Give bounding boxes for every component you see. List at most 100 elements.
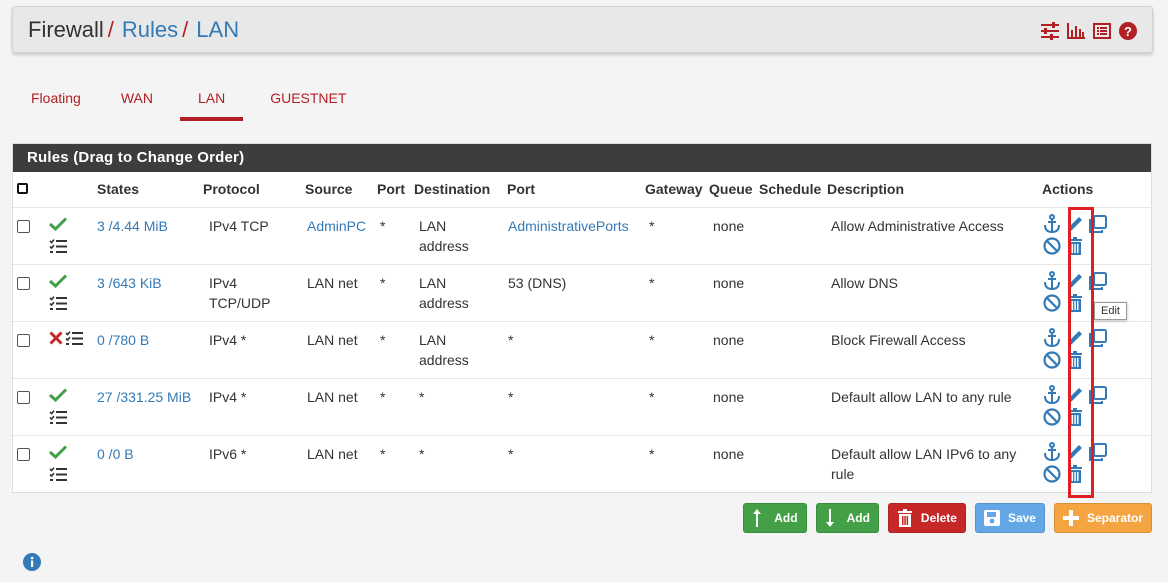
destination-port-value: * bbox=[508, 331, 514, 348]
sliders-icon[interactable] bbox=[1040, 21, 1060, 41]
column-header: Source bbox=[305, 181, 353, 198]
anchor-icon[interactable] bbox=[1042, 441, 1062, 462]
column-header: Port bbox=[377, 181, 405, 198]
destination-port-value: 53 (DNS) bbox=[508, 274, 567, 291]
copy-icon[interactable] bbox=[1088, 442, 1108, 462]
source-value: LAN net bbox=[307, 331, 358, 348]
anchor-icon[interactable] bbox=[1042, 384, 1062, 405]
rules-panel: Rules (Drag to Change Order) States Prot… bbox=[12, 143, 1153, 493]
copy-icon[interactable] bbox=[1088, 214, 1108, 234]
gateway-value: * bbox=[649, 388, 655, 405]
delete-label: Delete bbox=[920, 511, 957, 525]
disable-ban-icon[interactable] bbox=[1042, 293, 1062, 313]
disable-ban-icon[interactable] bbox=[1042, 350, 1062, 370]
edit-pencil-icon[interactable] bbox=[1065, 328, 1085, 348]
delete-button[interactable]: Delete bbox=[887, 503, 966, 533]
protocol-value: IPv4 TCP/UDP bbox=[209, 274, 271, 311]
row-select-checkbox[interactable] bbox=[17, 333, 30, 347]
row-actions bbox=[1042, 327, 1122, 370]
destination-port-link[interactable]: AdministrativePorts bbox=[508, 218, 629, 234]
tab-floating[interactable]: Floating bbox=[18, 80, 94, 121]
row-select-checkbox[interactable] bbox=[17, 390, 30, 404]
add-bottom-label: Add bbox=[846, 511, 870, 525]
delete-trash-icon[interactable] bbox=[1065, 293, 1085, 313]
destination-value: * bbox=[419, 445, 425, 462]
table-row[interactable]: 3 /643 KiB IPv4 TCP/UDP LAN net * LAN ad… bbox=[13, 263, 1153, 321]
header-icon-bar: ? bbox=[1040, 21, 1138, 41]
floppy-disk-icon bbox=[983, 510, 1000, 526]
list-icon[interactable] bbox=[1092, 21, 1112, 41]
row-actions bbox=[1042, 441, 1122, 484]
anchor-icon[interactable] bbox=[1042, 213, 1062, 234]
select-all-checkbox[interactable] bbox=[17, 183, 28, 195]
info-icon[interactable] bbox=[23, 553, 41, 576]
anchor-icon[interactable] bbox=[1042, 327, 1062, 348]
row-select-checkbox[interactable] bbox=[17, 219, 30, 233]
pass-check-icon bbox=[48, 444, 89, 464]
rule-button-bar: Add Add Delete Save Separator bbox=[743, 503, 1152, 533]
add-separator-button[interactable]: Separator bbox=[1053, 503, 1152, 533]
protocol-value: IPv4 TCP bbox=[209, 217, 269, 234]
protocol-value: IPv4 * bbox=[209, 331, 247, 348]
states-link[interactable]: 27 /331.25 MiB bbox=[97, 389, 191, 405]
column-header: Gateway bbox=[645, 181, 703, 198]
edit-pencil-icon[interactable] bbox=[1065, 385, 1085, 405]
bar-chart-icon[interactable] bbox=[1066, 21, 1086, 41]
tab-wan[interactable]: WAN bbox=[108, 80, 166, 121]
copy-icon[interactable] bbox=[1088, 328, 1108, 348]
column-header: States bbox=[97, 181, 140, 198]
states-link[interactable]: 3 /4.44 MiB bbox=[97, 218, 168, 234]
tab-guestnet[interactable]: GUESTNET bbox=[257, 80, 359, 121]
protocol-value: IPv4 * bbox=[209, 388, 247, 405]
states-link[interactable]: 0 /0 B bbox=[97, 446, 134, 462]
pass-check-icon bbox=[48, 273, 89, 293]
queue-value: none bbox=[713, 217, 745, 234]
edit-pencil-icon[interactable] bbox=[1065, 271, 1085, 291]
table-row[interactable]: 3 /4.44 MiB IPv4 TCP AdminPC * LAN addre… bbox=[13, 206, 1153, 264]
table-row[interactable]: 27 /331.25 MiB IPv4 * LAN net * * * * no… bbox=[13, 377, 1153, 435]
advanced-tasks-icon bbox=[49, 295, 89, 316]
delete-trash-icon[interactable] bbox=[1065, 407, 1085, 427]
interface-tabs: Floating WAN LAN GUESTNET bbox=[18, 80, 373, 121]
add-rule-bottom-button[interactable]: Add bbox=[815, 503, 879, 533]
help-icon[interactable]: ? bbox=[1118, 21, 1138, 41]
disable-ban-icon[interactable] bbox=[1042, 236, 1062, 256]
delete-trash-icon[interactable] bbox=[1065, 464, 1085, 484]
queue-value: none bbox=[713, 331, 745, 348]
disable-ban-icon[interactable] bbox=[1042, 464, 1062, 484]
disable-ban-icon[interactable] bbox=[1042, 407, 1062, 427]
row-select-checkbox[interactable] bbox=[17, 447, 30, 461]
row-select-checkbox[interactable] bbox=[17, 276, 30, 290]
add-rule-top-button[interactable]: Add bbox=[743, 503, 807, 533]
breadcrumb-rules-link[interactable]: Rules bbox=[122, 17, 178, 43]
column-header: Queue bbox=[709, 181, 753, 198]
delete-trash-icon[interactable] bbox=[1065, 350, 1085, 370]
add-top-label: Add bbox=[774, 511, 798, 525]
anchor-icon[interactable] bbox=[1042, 270, 1062, 291]
states-link[interactable]: 0 /780 B bbox=[97, 332, 149, 348]
delete-trash-icon[interactable] bbox=[1065, 236, 1085, 256]
copy-icon[interactable] bbox=[1088, 385, 1108, 405]
table-row[interactable]: 0 /0 B IPv6 * LAN net * * * * none Defau… bbox=[13, 434, 1153, 492]
arrow-down-icon bbox=[825, 509, 839, 527]
source-port-value: * bbox=[380, 388, 386, 405]
edit-pencil-icon[interactable] bbox=[1065, 442, 1085, 462]
destination-value: LAN address bbox=[419, 274, 469, 311]
source-port-value: * bbox=[380, 274, 386, 291]
gateway-value: * bbox=[649, 217, 655, 234]
breadcrumb-lan-link[interactable]: LAN bbox=[196, 17, 239, 43]
source-link[interactable]: AdminPC bbox=[307, 218, 366, 234]
copy-icon[interactable] bbox=[1088, 271, 1108, 291]
plus-icon bbox=[1062, 510, 1079, 526]
source-value: LAN net bbox=[307, 274, 358, 291]
edit-tooltip: Edit bbox=[1094, 302, 1127, 320]
column-header: Schedule bbox=[759, 181, 822, 198]
table-row[interactable]: 0 /780 B IPv4 * LAN net * LAN address * … bbox=[13, 320, 1153, 378]
tab-lan[interactable]: LAN bbox=[179, 80, 244, 121]
save-button[interactable]: Save bbox=[974, 503, 1045, 533]
description-value: Block Firewall Access bbox=[831, 331, 966, 348]
column-header: Port bbox=[507, 181, 535, 198]
states-link[interactable]: 3 /643 KiB bbox=[97, 275, 162, 291]
edit-pencil-icon[interactable] bbox=[1065, 214, 1085, 234]
breadcrumb-separator: / bbox=[107, 16, 114, 42]
